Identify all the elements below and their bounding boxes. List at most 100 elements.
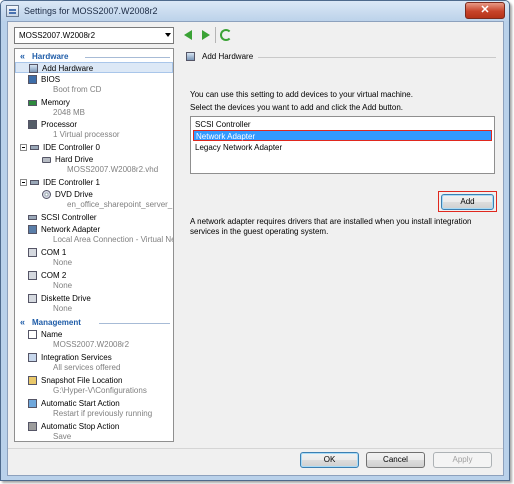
title-bar[interactable]: Settings for MOSS2007.W2008r2 ✕ [1,1,509,21]
tree-item-label: DVD Drive [55,190,93,199]
tree-item-label: SCSI Controller [41,213,97,222]
tree-item-network-adapter[interactable]: Network Adapter [15,224,173,235]
tree-item-bios[interactable]: BIOS [15,74,173,85]
tree-item-detail: en_office_sharepoint_server_... [67,200,174,209]
collapse-chevron-icon[interactable]: « [20,51,25,62]
vm-selector-dropdown[interactable]: MOSS2007.W2008r2 [14,27,174,44]
apply-button[interactable]: Apply [433,452,492,468]
integration-services-icon [28,353,37,362]
dvd-disc-icon [42,190,51,199]
ok-button[interactable]: OK [300,452,359,468]
device-option-network-adapter[interactable]: Network Adapter [193,130,492,141]
management-section-header[interactable]: « Management [15,317,173,328]
tree-item-detail: None [53,281,73,290]
start-action-icon [28,399,37,408]
tree-item-scsi-controller[interactable]: SCSI Controller [15,212,173,223]
tree-item-ide-controller-0[interactable]: IDE Controller 0 [15,142,173,153]
tree-item-detail: None [53,304,73,313]
settings-tree[interactable]: « Hardware Add Hardware BIOS Boot from C… [14,48,174,442]
snapshot-folder-icon [28,376,37,385]
tree-item-detail: MOSS2007.W2008r2.vhd [67,165,159,174]
add-button[interactable]: Add [441,194,494,210]
tree-item-integration-services[interactable]: Integration Services [15,352,173,363]
stop-action-icon [28,422,37,431]
device-option-legacy-network-adapter[interactable]: Legacy Network Adapter [193,142,492,153]
tree-item-label: Memory [41,98,70,107]
window-title: Settings for MOSS2007.W2008r2 [24,6,158,16]
section-divider [85,57,170,58]
collapse-chevron-icon[interactable]: « [20,317,25,328]
device-option-scsi-controller[interactable]: SCSI Controller [193,119,492,130]
tree-item-label: Integration Services [41,353,112,362]
back-arrow-icon[interactable] [183,29,195,41]
tree-item-add-hardware[interactable]: Add Hardware [15,62,173,73]
tree-item-automatic-stop-action[interactable]: Automatic Stop Action [15,421,173,432]
collapse-toggle-icon[interactable] [20,179,27,186]
add-hardware-panel: Add Hardware You can use this setting to… [180,48,500,442]
tree-item-detail: G:\Hyper-V\Configurations [53,386,147,395]
tree-item-snapshot-file-location[interactable]: Snapshot File Location [15,375,173,386]
ide-controller-icon [30,180,39,185]
tree-item-label: BIOS [41,75,61,84]
tree-item-detail: Restart if previously running [53,409,153,418]
tree-item-hard-drive[interactable]: Hard Drive [15,154,173,165]
hardware-section-label: Hardware [32,52,69,61]
section-divider [99,323,170,324]
tree-item-label: IDE Controller 0 [43,143,100,152]
tree-item-label: COM 2 [41,271,67,280]
tree-item-detail: None [53,258,73,267]
refresh-icon[interactable] [220,29,232,41]
settings-window: Settings for MOSS2007.W2008r2 ✕ MOSS2007… [0,0,510,481]
processor-icon [28,120,37,129]
group-title: Add Hardware [202,52,254,61]
cancel-button[interactable]: Cancel [366,452,425,468]
tree-item-com2[interactable]: COM 2 [15,270,173,281]
diskette-icon [28,294,37,303]
device-list[interactable]: SCSI Controller Network Adapter Legacy N… [190,116,495,174]
tree-item-label: Hard Drive [55,155,94,164]
tree-item-label: Name [41,330,63,339]
name-tag-icon [28,330,37,339]
tree-item-dvd-drive[interactable]: DVD Drive [15,189,173,200]
collapse-toggle-icon[interactable] [20,144,27,151]
scsi-controller-icon [28,215,37,220]
instruction-text: Select the devices you want to add and c… [190,103,404,112]
settings-app-icon [6,5,19,17]
tree-item-com1[interactable]: COM 1 [15,247,173,258]
forward-arrow-icon[interactable] [200,29,212,41]
tree-item-automatic-start-action[interactable]: Automatic Start Action [15,398,173,409]
management-section-label: Management [32,318,81,327]
ide-controller-icon [30,145,39,150]
note-text-line1: A network adapter requires drivers that … [190,217,472,226]
tree-item-label: Network Adapter [41,225,101,234]
memory-module-icon [28,100,37,106]
footer-divider [8,448,503,449]
tree-item-ide-controller-1[interactable]: IDE Controller 1 [15,177,173,188]
tree-item-diskette-drive[interactable]: Diskette Drive [15,293,173,304]
tree-item-label: IDE Controller 1 [43,178,100,187]
add-hardware-icon [186,52,195,61]
tree-item-label: Automatic Start Action [41,399,120,408]
tree-item-detail: All services offered [53,363,121,372]
tree-item-detail: 1 Virtual processor [53,130,120,139]
tree-item-memory[interactable]: Memory [15,97,173,108]
tree-item-label: Snapshot File Location [41,376,123,385]
vm-selector-value: MOSS2007.W2008r2 [19,31,96,40]
tree-item-name[interactable]: Name [15,329,173,340]
com-port-icon [28,248,37,257]
hard-drive-icon [42,157,51,163]
com-port-icon [28,271,37,280]
hardware-section-header[interactable]: « Hardware [15,51,173,62]
window-client-area: MOSS2007.W2008r2 « Hardware Add Hardware… [7,21,504,476]
bios-chip-icon [28,75,37,84]
tree-item-label: Processor [41,120,78,129]
network-adapter-icon [28,225,37,234]
tree-item-detail: Local Area Connection - Virtual Net... [53,235,174,244]
tree-item-label: COM 1 [41,248,67,257]
add-hardware-icon [29,64,38,73]
intro-text: You can use this setting to add devices … [190,90,413,99]
tree-item-label: Add Hardware [42,64,94,73]
tree-item-processor[interactable]: Processor [15,119,173,130]
tree-item-detail: Boot from CD [53,85,102,94]
close-button[interactable]: ✕ [465,2,505,19]
